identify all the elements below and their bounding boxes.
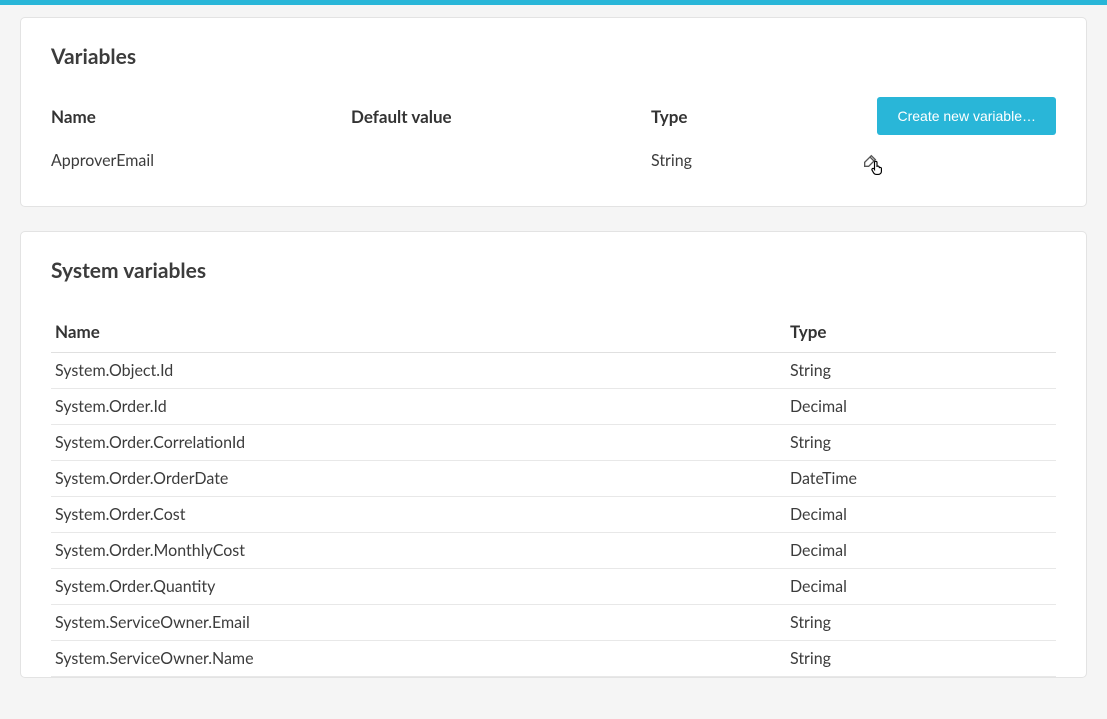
system-variable-row: System.ServiceOwner.NameString xyxy=(51,641,1056,677)
system-variable-type: Decimal xyxy=(786,497,1056,533)
variables-col-name: Name xyxy=(51,106,351,127)
system-variables-table: Name Type System.Object.IdStringSystem.O… xyxy=(51,311,1056,677)
system-variable-name: System.ServiceOwner.Email xyxy=(51,605,786,641)
create-variable-button[interactable]: Create new variable… xyxy=(877,97,1056,135)
system-variable-row: System.Object.IdString xyxy=(51,353,1056,389)
top-accent-bar xyxy=(0,0,1107,5)
system-variable-name: System.Object.Id xyxy=(51,353,786,389)
edit-icon[interactable] xyxy=(861,152,879,170)
system-variable-row: System.Order.MonthlyCostDecimal xyxy=(51,533,1056,569)
system-variable-type: String xyxy=(786,641,1056,677)
system-variable-type: DateTime xyxy=(786,461,1056,497)
system-variable-row: System.Order.IdDecimal xyxy=(51,389,1056,425)
system-variable-type: String xyxy=(786,353,1056,389)
system-variable-name: System.Order.Id xyxy=(51,389,786,425)
variables-header-row: Name Default value Type Create new varia… xyxy=(51,97,1056,135)
variable-type: String xyxy=(651,151,831,170)
system-variables-header-row: Name Type xyxy=(51,311,1056,353)
system-variable-type: Decimal xyxy=(786,389,1056,425)
system-col-type: Type xyxy=(786,311,1056,353)
variables-col-type: Type xyxy=(651,106,831,127)
system-variable-type: String xyxy=(786,425,1056,461)
variables-col-default: Default value xyxy=(351,106,651,127)
system-variable-row: System.Order.QuantityDecimal xyxy=(51,569,1056,605)
system-variable-name: System.Order.OrderDate xyxy=(51,461,786,497)
system-variable-name: System.Order.Quantity xyxy=(51,569,786,605)
variable-name: ApproverEmail xyxy=(51,151,351,170)
variable-row: ApproverEmail String xyxy=(51,145,1056,176)
system-variable-name: System.Order.CorrelationId xyxy=(51,425,786,461)
system-variable-type: Decimal xyxy=(786,569,1056,605)
system-variable-name: System.Order.MonthlyCost xyxy=(51,533,786,569)
system-variables-title: System variables xyxy=(51,258,1056,283)
system-variable-type: Decimal xyxy=(786,533,1056,569)
system-variable-row: System.Order.CorrelationIdString xyxy=(51,425,1056,461)
variables-title: Variables xyxy=(51,44,1056,69)
system-col-name: Name xyxy=(51,311,786,353)
system-variable-type: String xyxy=(786,605,1056,641)
system-variable-row: System.Order.CostDecimal xyxy=(51,497,1056,533)
variables-panel: Variables Name Default value Type Create… xyxy=(20,17,1087,207)
system-variable-name: System.Order.Cost xyxy=(51,497,786,533)
system-variables-panel: System variables Name Type System.Object… xyxy=(20,231,1087,678)
system-variable-row: System.Order.OrderDateDateTime xyxy=(51,461,1056,497)
system-variable-row: System.ServiceOwner.EmailString xyxy=(51,605,1056,641)
system-variable-name: System.ServiceOwner.Name xyxy=(51,641,786,677)
